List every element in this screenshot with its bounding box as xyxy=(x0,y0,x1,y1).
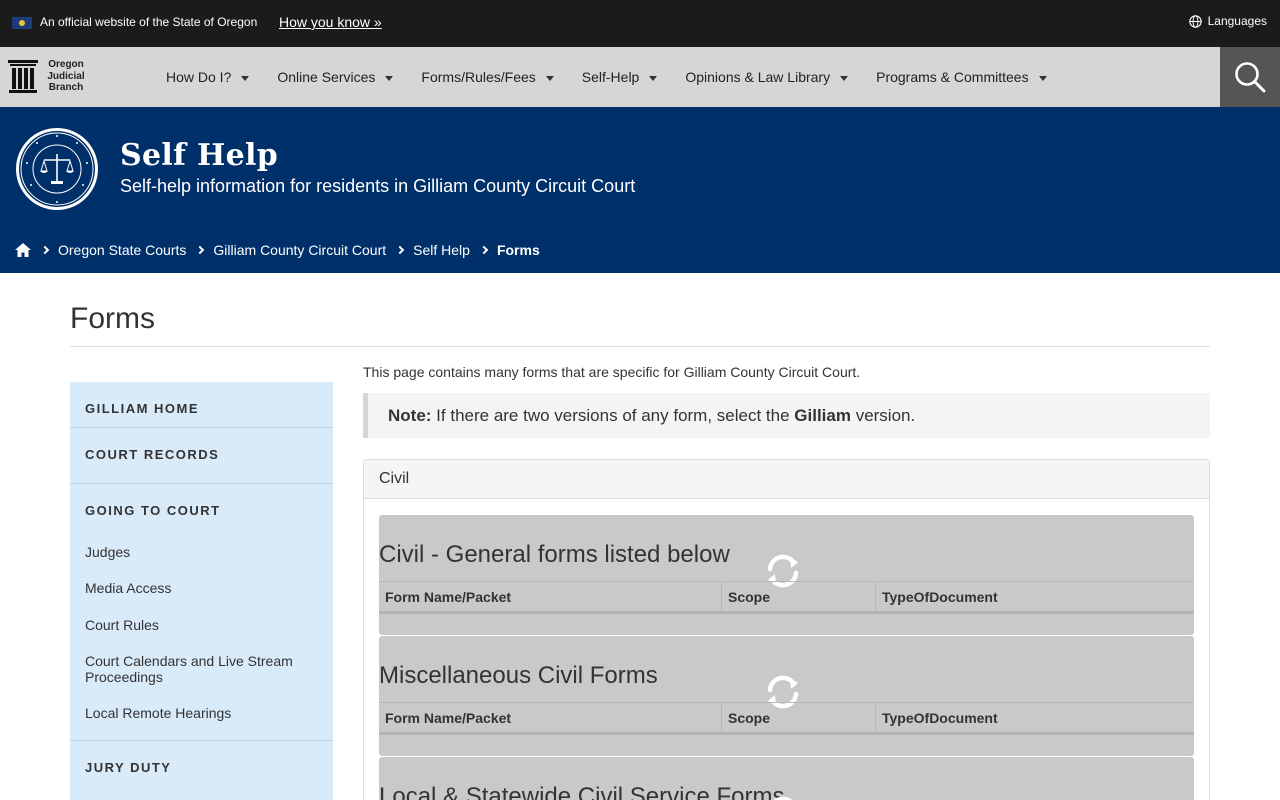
nav-menu: How Do I? Online Services Forms/Rules/Fe… xyxy=(152,47,1061,107)
nav-item-self-help[interactable]: Self-Help xyxy=(568,69,672,85)
globe-icon xyxy=(1188,14,1202,28)
sidebar-link-court-calendars[interactable]: Court Calendars and Live Stream Proceedi… xyxy=(70,653,310,685)
ojd-logo[interactable]: Oregon Judicial Branch xyxy=(8,59,98,95)
home-icon[interactable] xyxy=(15,243,31,257)
courthouse-pillar-icon xyxy=(8,60,38,93)
sidebar-item-jury-duty[interactable]: JURY DUTY xyxy=(70,741,333,775)
caret-down-icon xyxy=(545,75,554,81)
nav-item-forms-rules-fees[interactable]: Forms/Rules/Fees xyxy=(407,69,567,85)
column-header-form-name[interactable]: Form Name/Packet xyxy=(379,703,721,733)
sidebar-link-judges[interactable]: Judges xyxy=(70,544,333,560)
panel-heading-civil[interactable]: Civil xyxy=(364,460,1209,499)
loading-spinner-icon xyxy=(773,796,793,800)
note-bold-gilliam: Gilliam xyxy=(794,406,851,425)
chevron-right-icon xyxy=(395,245,405,255)
sidebar: GILLIAM HOME COURT RECORDS GOING TO COUR… xyxy=(70,382,333,800)
breadcrumb-self-help[interactable]: Self Help xyxy=(413,242,470,258)
form-block-title: Miscellaneous Civil Forms xyxy=(379,662,658,689)
nav-item-how-do-i[interactable]: How Do I? xyxy=(152,69,263,85)
caret-down-icon xyxy=(840,75,849,81)
breadcrumb-oregon-state-courts[interactable]: Oregon State Courts xyxy=(58,242,186,258)
sidebar-link-court-rules[interactable]: Court Rules xyxy=(70,617,333,633)
note-label: Note: xyxy=(388,406,432,425)
official-text: An official website of the State of Oreg… xyxy=(40,15,258,29)
sidebar-section-going-to-court: GOING TO COURT Judges Media Access Court… xyxy=(70,484,333,741)
sidebar-item-gilliam-home[interactable]: GILLIAM HOME xyxy=(70,382,333,416)
caret-down-icon xyxy=(385,75,394,81)
chevron-right-icon xyxy=(479,245,489,255)
chevron-right-icon xyxy=(196,245,205,255)
breadcrumb-current: Forms xyxy=(496,242,540,258)
sidebar-link-media-access[interactable]: Media Access xyxy=(70,580,333,596)
form-block-title: Local & Statewide Civil Service Forms xyxy=(379,783,785,800)
column-header-form-name[interactable]: Form Name/Packet xyxy=(379,582,721,612)
forms-table-header: Form Name/Packet Scope TypeOfDocument xyxy=(379,581,1194,614)
column-header-type-of-document[interactable]: TypeOfDocument xyxy=(875,582,1194,612)
nav-item-programs-committees[interactable]: Programs & Committees xyxy=(862,69,1060,85)
chevron-right-icon xyxy=(40,245,50,255)
sidebar-section-jury: JURY DUTY xyxy=(70,741,333,800)
sidebar-section-home: GILLIAM HOME xyxy=(70,382,333,428)
oregon-flag-icon xyxy=(12,17,32,29)
sidebar-item-going-to-court[interactable]: GOING TO COURT xyxy=(70,484,333,518)
how-you-know-link[interactable]: How you know » xyxy=(279,14,382,30)
caret-down-icon xyxy=(649,75,658,81)
divider xyxy=(70,346,1210,347)
caret-down-icon xyxy=(1038,75,1047,81)
hero-banner: Self Help Self-help information for resi… xyxy=(0,107,1280,273)
forms-table-header: Form Name/Packet Scope TypeOfDocument xyxy=(379,702,1194,735)
languages-label: Languages xyxy=(1207,14,1267,28)
breadcrumb-gilliam-county[interactable]: Gilliam County Circuit Court xyxy=(213,242,386,258)
form-block-civil-service: Local & Statewide Civil Service Forms xyxy=(379,757,1194,800)
search-button[interactable] xyxy=(1220,47,1280,107)
column-header-scope[interactable]: Scope xyxy=(721,582,875,612)
column-header-type-of-document[interactable]: TypeOfDocument xyxy=(875,703,1194,733)
logo-text: Oregon Judicial Branch xyxy=(47,59,85,93)
intro-text: This page contains many forms that are s… xyxy=(363,364,861,380)
form-block-civil-general: Civil - General forms listed below Form … xyxy=(379,515,1194,635)
hero-title: Self Help xyxy=(120,138,279,173)
form-block-title: Civil - General forms listed below xyxy=(379,541,730,568)
page-title: Forms xyxy=(70,302,155,335)
search-icon xyxy=(1235,62,1266,93)
hero-subtitle: Self-help information for residents in G… xyxy=(120,176,636,196)
judicial-department-seal-icon xyxy=(16,128,98,210)
note-callout: Note: If there are two versions of any f… xyxy=(363,393,1210,438)
nav-item-opinions-law-library[interactable]: Opinions & Law Library xyxy=(671,69,862,85)
official-banner: An official website of the State of Oreg… xyxy=(0,0,1280,47)
languages-button[interactable]: Languages xyxy=(1188,14,1267,28)
sidebar-section-records: COURT RECORDS xyxy=(70,428,333,484)
form-block-misc-civil: Miscellaneous Civil Forms Form Name/Pack… xyxy=(379,636,1194,756)
caret-down-icon xyxy=(241,75,250,81)
sidebar-link-local-remote-hearings[interactable]: Local Remote Hearings xyxy=(70,705,333,721)
column-header-scope[interactable]: Scope xyxy=(721,703,875,733)
breadcrumb: Oregon State Courts Gilliam County Circu… xyxy=(15,242,540,258)
civil-panel: Civil Civil - General forms listed below… xyxy=(363,459,1210,800)
sidebar-item-court-records[interactable]: COURT RECORDS xyxy=(70,428,333,462)
nav-item-online-services[interactable]: Online Services xyxy=(263,69,407,85)
main-nav: Oregon Judicial Branch How Do I? Online … xyxy=(0,47,1280,107)
